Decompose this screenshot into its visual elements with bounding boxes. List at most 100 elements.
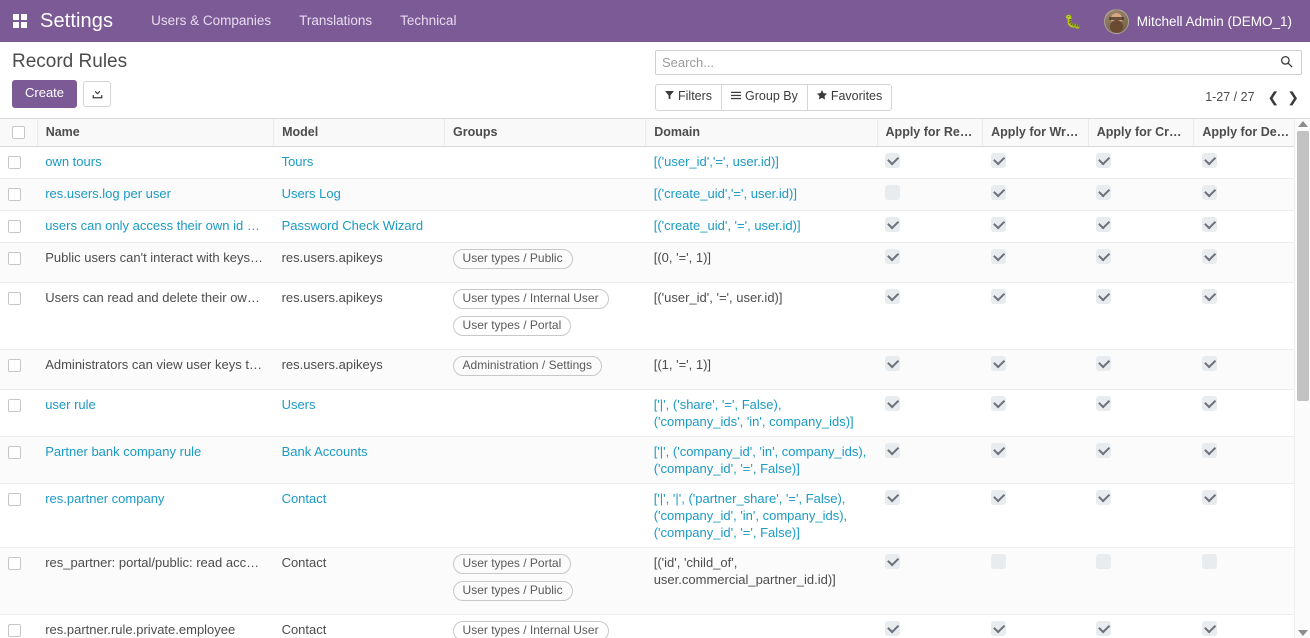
checkbox-checked[interactable] [885, 249, 901, 265]
table-row[interactable]: res.partner.rule.private.employee Contact… [0, 614, 1300, 638]
table-row[interactable]: Partner bank company rule Bank Accounts ['… [0, 436, 1300, 485]
row-checkbox[interactable] [8, 220, 21, 234]
vertical-scrollbar[interactable] [1294, 119, 1310, 638]
checkbox-checked[interactable] [885, 153, 901, 169]
search-bar[interactable] [655, 50, 1302, 75]
checkbox-checked[interactable] [885, 356, 901, 372]
scrollbar-thumb[interactable] [1297, 131, 1309, 401]
row-checkbox[interactable] [8, 399, 21, 413]
favorites-button[interactable]: Favorites [806, 84, 893, 111]
search-input[interactable] [662, 55, 1280, 70]
checkbox-checked[interactable] [1096, 185, 1112, 201]
table-row[interactable]: users can only access their own id check… [0, 210, 1300, 244]
checkbox-checked[interactable] [1201, 396, 1217, 412]
checkbox-checked[interactable] [1201, 443, 1217, 459]
filters-button[interactable]: Filters [655, 84, 722, 111]
checkbox-checked[interactable] [1096, 289, 1112, 305]
row-checkbox[interactable] [8, 156, 21, 170]
checkbox-checked[interactable] [990, 490, 1006, 506]
checkbox-checked[interactable] [885, 443, 901, 459]
column-header-apply-delete[interactable]: Apply for Delete... [1193, 119, 1300, 148]
column-header-model[interactable]: Model [273, 119, 446, 148]
checkbox-checked[interactable] [990, 621, 1006, 637]
table-row[interactable]: Administrators can view user keys to rev… [0, 349, 1300, 391]
checkbox-checked[interactable] [885, 217, 901, 233]
checkbox-unchecked[interactable] [990, 554, 1006, 570]
checkbox-checked[interactable] [1201, 490, 1217, 506]
group-tag[interactable]: Administration / Settings [452, 356, 602, 377]
checkbox-checked[interactable] [990, 396, 1006, 412]
checkbox-checked[interactable] [990, 249, 1006, 265]
checkbox-checked[interactable] [885, 621, 901, 637]
table-row[interactable]: user rule Users ['|', ('share', '=', False… [0, 389, 1300, 438]
checkbox-checked[interactable] [1201, 356, 1217, 372]
nav-item-translations[interactable]: Translations [285, 0, 386, 42]
apps-grid-icon[interactable] [0, 0, 40, 42]
checkbox-checked[interactable] [1096, 153, 1112, 169]
column-header-apply-read[interactable]: Apply for Rea... [877, 119, 984, 148]
group-tag[interactable]: User types / Internal User [452, 289, 609, 310]
checkbox-checked[interactable] [1096, 249, 1112, 265]
table-row[interactable]: res_partner: portal/public: read access … [0, 547, 1300, 616]
checkbox-checked[interactable] [1201, 249, 1217, 265]
checkbox-checked[interactable] [885, 289, 901, 305]
checkbox-unchecked[interactable] [1201, 554, 1217, 570]
checkbox-checked[interactable] [885, 554, 901, 570]
import-button[interactable] [83, 80, 112, 107]
checkbox-unchecked[interactable] [885, 185, 901, 201]
checkbox-checked[interactable] [885, 490, 901, 506]
user-menu[interactable]: Mitchell Admin (DEMO_1) [1100, 8, 1302, 34]
column-header-name[interactable]: Name [37, 119, 275, 148]
scroll-down-arrow-icon[interactable] [1298, 630, 1308, 636]
checkbox-checked[interactable] [990, 153, 1006, 169]
checkbox-checked[interactable] [1096, 443, 1112, 459]
table-row[interactable]: Users can read and delete their own keys… [0, 282, 1300, 351]
group-tag[interactable]: User types / Internal User [452, 621, 609, 638]
checkbox-checked[interactable] [990, 289, 1006, 305]
app-brand-settings[interactable]: Settings [40, 10, 113, 33]
row-checkbox[interactable] [8, 493, 21, 507]
table-row[interactable]: Public users can't interact with keys at… [0, 242, 1300, 284]
row-checkbox[interactable] [8, 557, 21, 571]
nav-item-technical[interactable]: Technical [386, 0, 470, 42]
chevron-left-icon[interactable]: ❮ [1265, 90, 1283, 104]
bug-icon[interactable]: 🐛 [1046, 0, 1099, 42]
checkbox-checked[interactable] [1096, 621, 1112, 637]
column-header-apply-create[interactable]: Apply for Creat... [1088, 119, 1195, 148]
checkbox-checked[interactable] [990, 356, 1006, 372]
checkbox-checked[interactable] [885, 396, 901, 412]
group-tag[interactable]: User types / Public [452, 249, 573, 270]
checkbox-checked[interactable] [1201, 153, 1217, 169]
checkbox-unchecked[interactable] [1096, 554, 1112, 570]
row-checkbox[interactable] [8, 188, 21, 202]
column-header-domain[interactable]: Domain [645, 119, 878, 148]
checkbox-checked[interactable] [1096, 396, 1112, 412]
row-checkbox[interactable] [8, 252, 21, 266]
create-button[interactable]: Create [12, 80, 78, 108]
checkbox-checked[interactable] [990, 217, 1006, 233]
select-all-checkbox[interactable] [12, 126, 25, 140]
table-row[interactable]: res.partner company Contact ['|', '|', ('p… [0, 483, 1300, 549]
checkbox-checked[interactable] [1201, 289, 1217, 305]
checkbox-checked[interactable] [990, 185, 1006, 201]
group-tag[interactable]: User types / Public [452, 581, 573, 602]
groupby-button[interactable]: Group By [721, 84, 807, 111]
group-tag[interactable]: User types / Portal [452, 554, 572, 575]
checkbox-checked[interactable] [1201, 217, 1217, 233]
row-checkbox[interactable] [8, 624, 21, 638]
row-checkbox[interactable] [8, 359, 21, 373]
group-tag[interactable]: User types / Portal [452, 316, 572, 337]
table-row[interactable]: res.users.log per user Users Log [('create… [0, 178, 1300, 212]
row-checkbox[interactable] [8, 292, 21, 306]
row-checkbox[interactable] [8, 446, 21, 460]
column-header-apply-write[interactable]: Apply for Write [982, 119, 1089, 148]
column-header-groups[interactable]: Groups [444, 119, 647, 148]
table-row[interactable]: own tours Tours [('user_id','=', user.id)] [0, 146, 1300, 180]
checkbox-checked[interactable] [1096, 490, 1112, 506]
scroll-up-arrow-icon[interactable] [1298, 121, 1308, 127]
checkbox-checked[interactable] [1096, 217, 1112, 233]
nav-item-users-companies[interactable]: Users & Companies [137, 0, 285, 42]
checkbox-checked[interactable] [1096, 356, 1112, 372]
checkbox-checked[interactable] [1201, 185, 1217, 201]
checkbox-checked[interactable] [1201, 621, 1217, 637]
